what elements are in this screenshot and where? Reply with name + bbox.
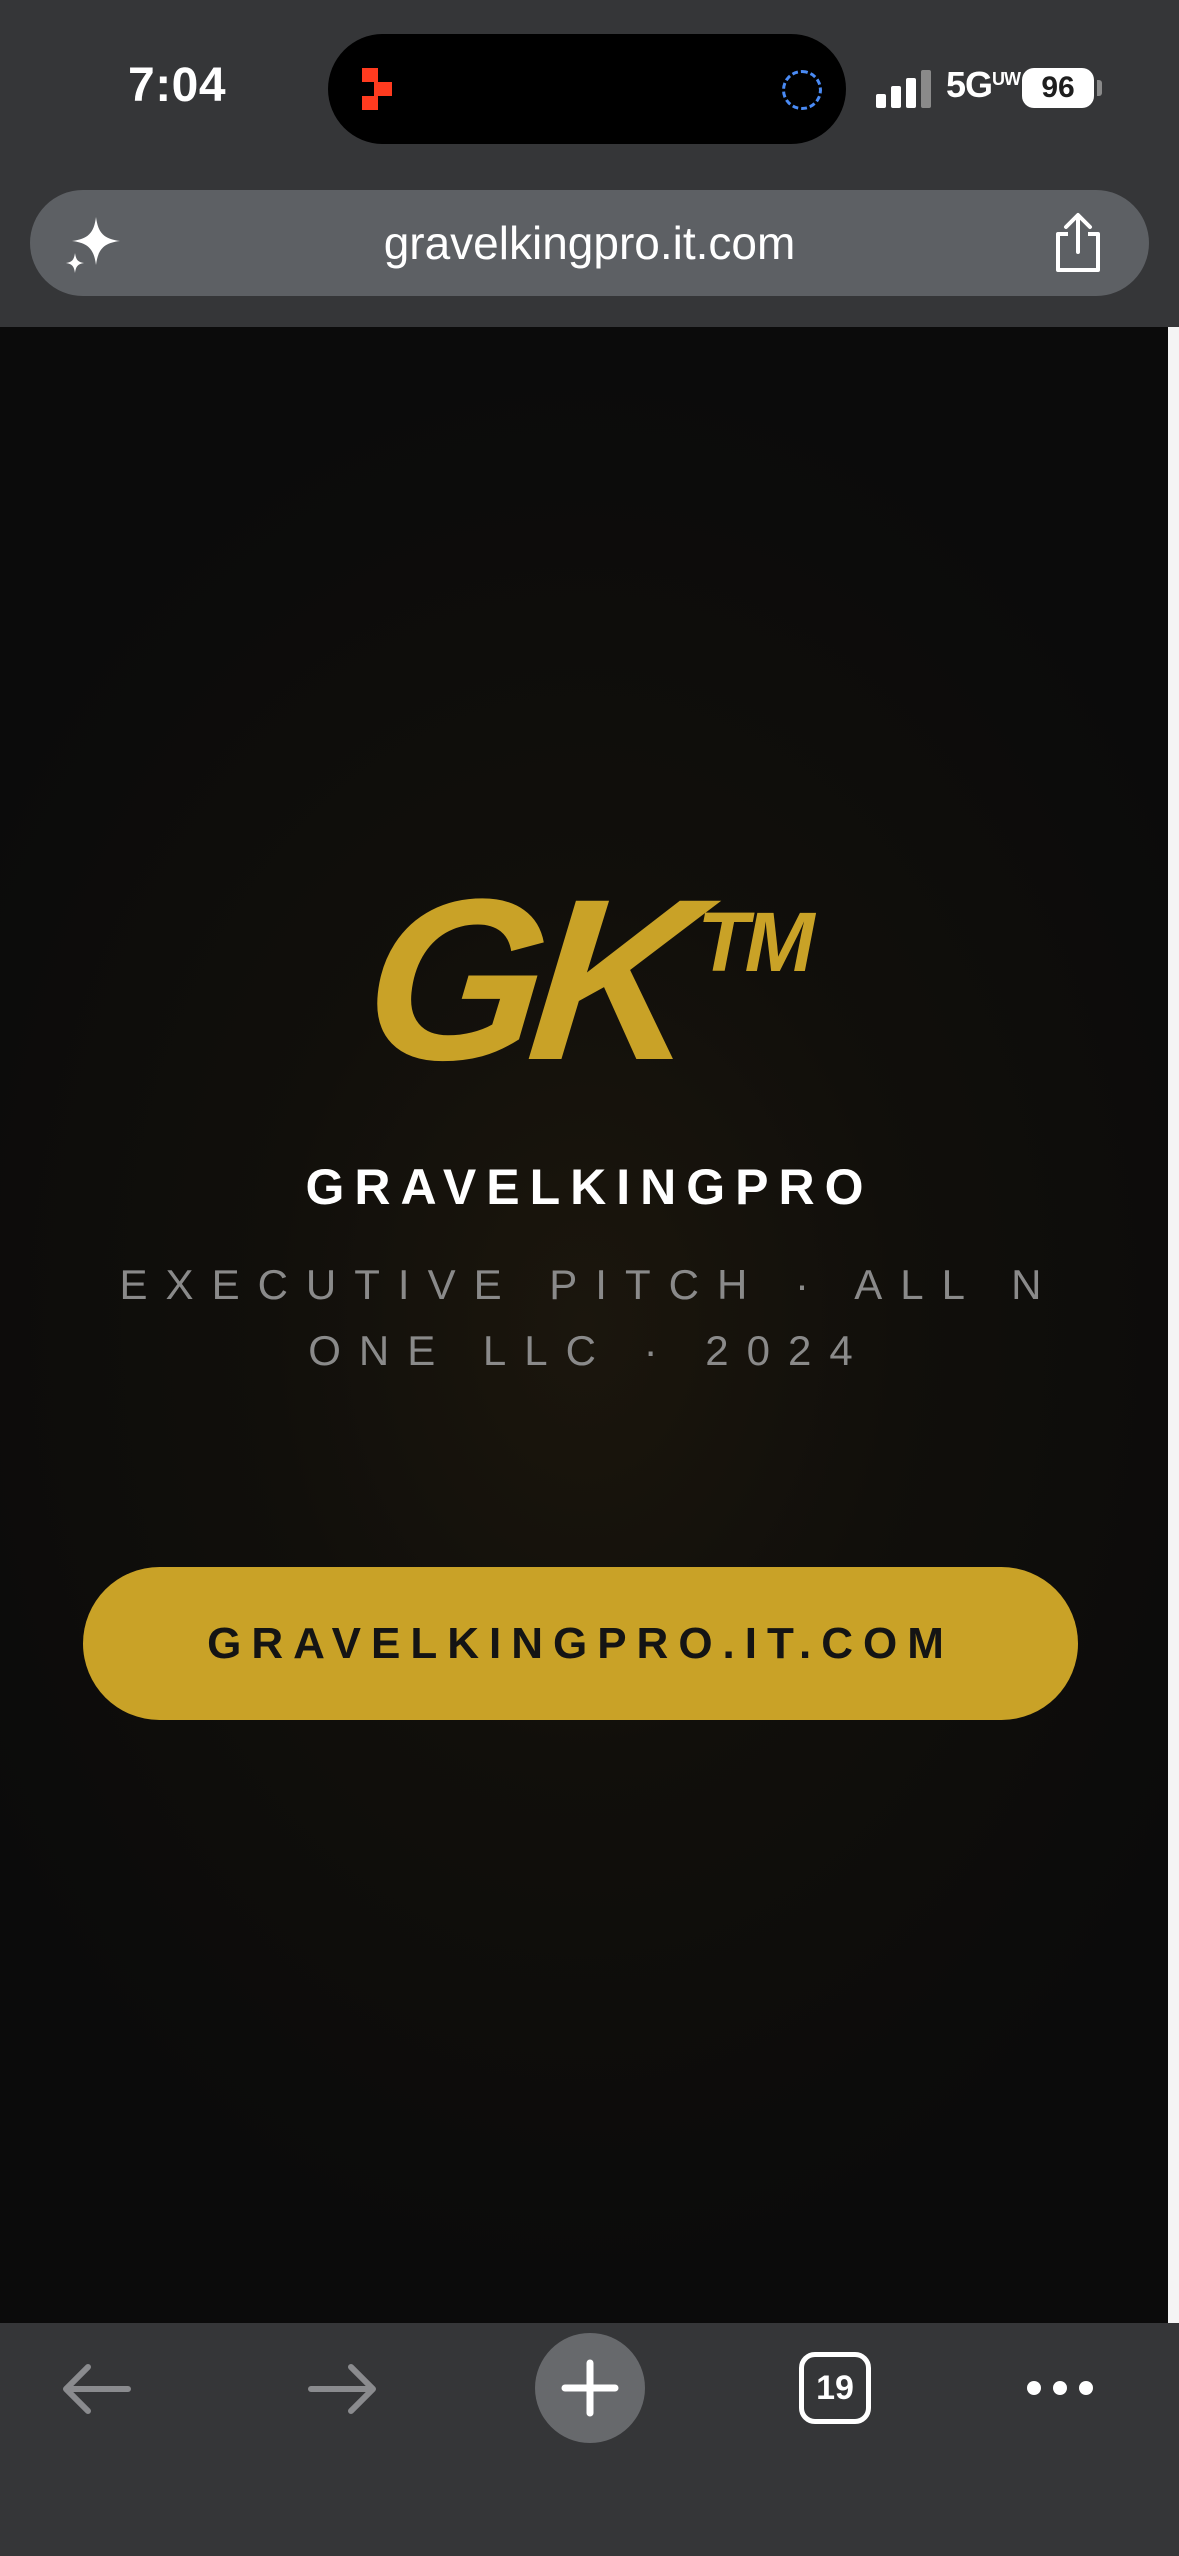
share-icon[interactable] xyxy=(1050,212,1106,274)
dynamic-island[interactable] xyxy=(328,34,846,144)
logo-mark: GK xyxy=(354,851,699,1108)
scroll-indicator[interactable] xyxy=(1168,327,1179,2323)
plus-icon[interactable] xyxy=(535,2333,645,2443)
battery-icon: 96 xyxy=(1022,68,1094,108)
tab-count-button[interactable]: 19 xyxy=(799,2352,871,2424)
website-cta-button[interactable]: GRAVELKINGPRO.IT.COM xyxy=(83,1567,1078,1720)
status-time: 7:04 xyxy=(128,59,227,112)
forward-arrow-icon[interactable] xyxy=(303,2354,383,2424)
brand-name: GRAVELKINGPRO xyxy=(305,1159,874,1215)
more-icon[interactable] xyxy=(1020,2368,1100,2408)
back-arrow-icon[interactable] xyxy=(56,2354,136,2424)
url-text[interactable]: gravelkingpro.it.com xyxy=(130,190,1049,296)
brand-logo: GKTM xyxy=(0,851,1179,1108)
tagline: EXECUTIVE PITCH · ALL N ONE LLC · 2024 xyxy=(119,1261,1060,1374)
battery-tip xyxy=(1097,80,1102,96)
app-activity-icon xyxy=(362,68,392,110)
network-type: 5GUW xyxy=(946,64,1021,105)
sparkle-icon[interactable] xyxy=(64,213,124,273)
cellular-signal-icon xyxy=(876,66,932,108)
logo-trademark: TM xyxy=(697,895,814,989)
dynamic-island-activity-icon xyxy=(782,70,822,110)
